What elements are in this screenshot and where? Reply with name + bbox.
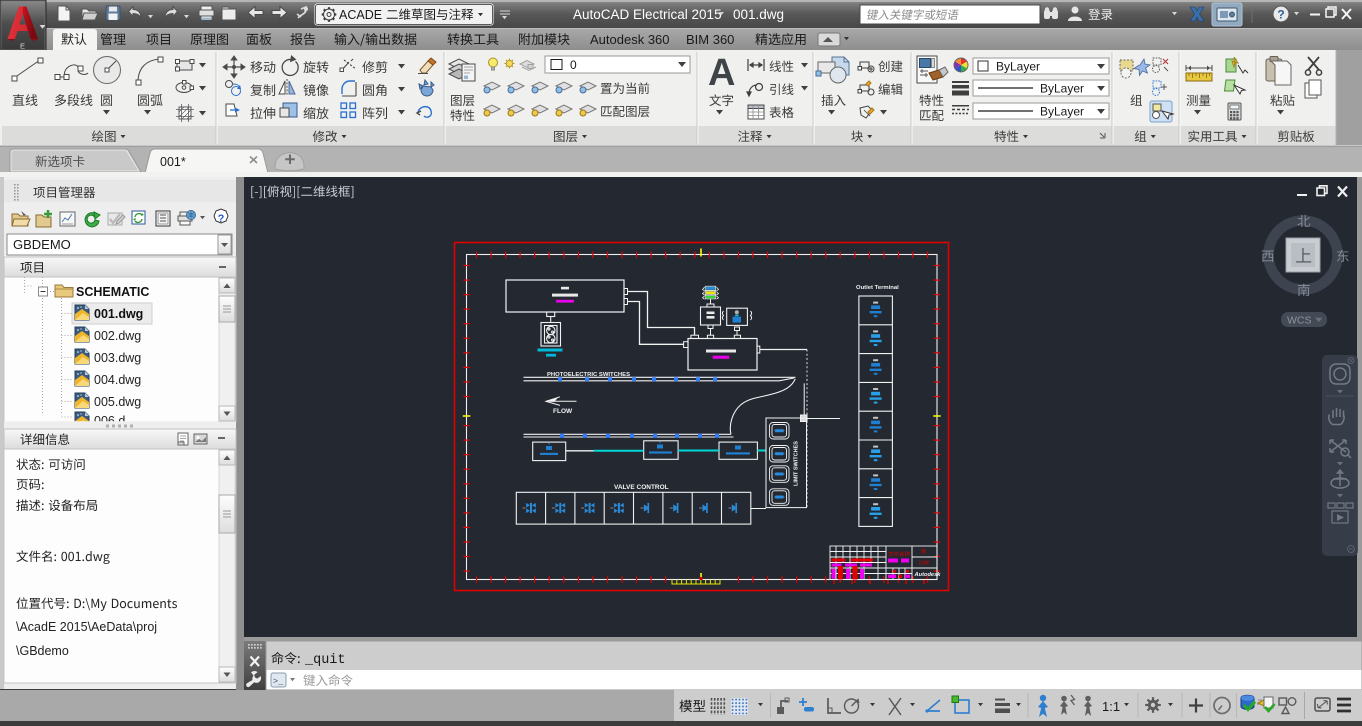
svg-text:\GBdemo: \GBdemo	[16, 644, 69, 658]
svg-text:BIM 360: BIM 360	[686, 32, 734, 47]
svg-text:Autodesk: Autodesk	[914, 572, 942, 578]
svg-text:0: 0	[570, 58, 577, 72]
svg-text:_quit: _quit	[304, 653, 346, 668]
svg-text:002.dwg: 002.dwg	[94, 329, 141, 343]
svg-text:?: ?	[1277, 8, 1284, 22]
svg-text:Outlet Terminal: Outlet Terminal	[856, 285, 899, 291]
svg-text:AutoCAD Electrical 2015: AutoCAD Electrical 2015	[573, 7, 722, 22]
svg-text:GBDEMO: GBDEMO	[13, 237, 71, 252]
svg-text:LIMIT SWITCHES: LIMIT SWITCHES	[794, 441, 800, 486]
svg-text:Autodesk 360: Autodesk 360	[590, 32, 670, 47]
svg-text:ByLayer: ByLayer	[1040, 82, 1084, 96]
svg-text:001.dwg: 001.dwg	[94, 307, 143, 321]
svg-text:ByLayer: ByLayer	[996, 60, 1040, 74]
svg-text:PHOTOELECTRIC SWITCHES: PHOTOELECTRIC SWITCHES	[547, 372, 630, 378]
svg-text:E: E	[20, 42, 25, 51]
svg-text:\AcadE 2015\AeData\proj: \AcadE 2015\AeData\proj	[16, 620, 157, 634]
svg-text:A: A	[708, 52, 735, 94]
svg-text:004.dwg: 004.dwg	[94, 373, 141, 387]
svg-text:>_: >_	[273, 677, 284, 687]
svg-text:005.dwg: 005.dwg	[94, 395, 141, 409]
svg-text:SCHEMATIC: SCHEMATIC	[76, 285, 149, 299]
svg-text:WCS: WCS	[1287, 315, 1312, 327]
svg-text:VALVE CONTROL: VALVE CONTROL	[614, 484, 669, 491]
svg-text:FLOW: FLOW	[553, 408, 573, 415]
svg-text:001*: 001*	[160, 155, 186, 169]
svg-text:?: ?	[218, 213, 225, 225]
svg-text:ACADE: ACADE	[339, 8, 382, 22]
svg-text:1:1: 1:1	[1102, 699, 1120, 714]
svg-text:003.dwg: 003.dwg	[94, 351, 141, 365]
svg-text:001.dwg: 001.dwg	[733, 7, 784, 22]
svg-text:ByLayer: ByLayer	[1040, 105, 1084, 119]
